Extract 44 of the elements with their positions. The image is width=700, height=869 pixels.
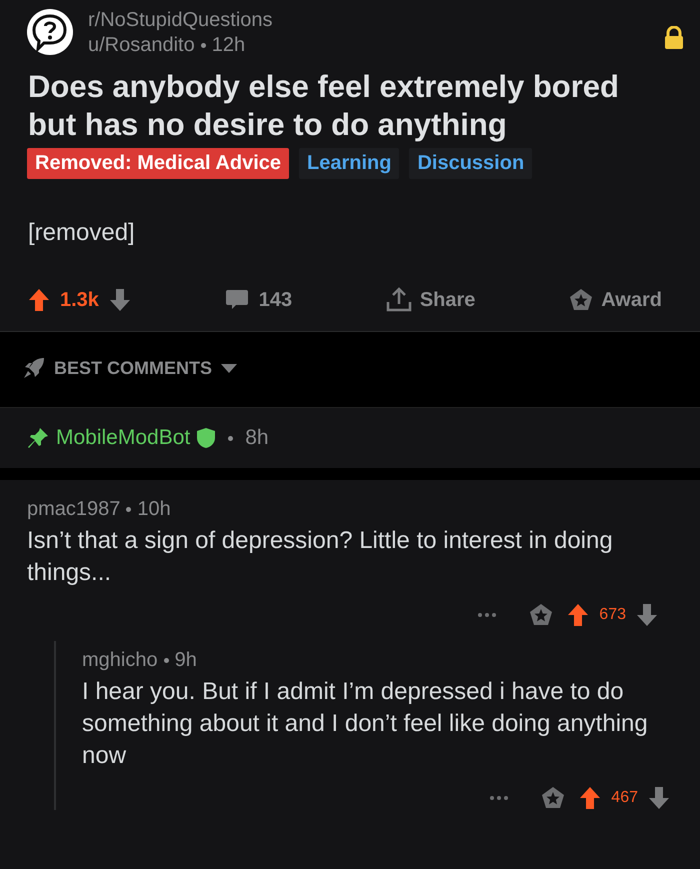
subreddit-icon[interactable] xyxy=(26,8,74,56)
comment-age: 9h xyxy=(174,649,197,671)
post-body: [removed] xyxy=(28,219,136,247)
separator-dot xyxy=(164,658,169,664)
separator-dot xyxy=(228,436,234,440)
separator-dot xyxy=(126,507,132,512)
award-icon[interactable] xyxy=(569,288,594,312)
flair-tag[interactable]: Discussion xyxy=(409,148,532,179)
comment-age: 10h xyxy=(137,498,171,520)
post-age: 12h xyxy=(212,34,246,56)
removed-flair: Removed: Medical Advice xyxy=(27,148,290,179)
comment-age: 8h xyxy=(245,426,269,450)
comment-text: Isn’t that a sign of depression? Little to interest in doing things... xyxy=(27,526,614,588)
downvote-icon[interactable] xyxy=(108,288,131,312)
vote-count: 673 xyxy=(599,606,626,624)
sort-dropdown[interactable]: BEST COMMENTS xyxy=(0,332,238,380)
rocket-icon xyxy=(22,356,46,380)
flair-tag[interactable]: Learning xyxy=(299,148,400,179)
more-icon[interactable] xyxy=(477,612,498,618)
downvote-icon[interactable] xyxy=(636,603,658,627)
post-title: Does anybody else feel extremely bored but has no desire to do anything xyxy=(28,68,620,144)
subreddit-link[interactable]: r/NoStupidQuestions xyxy=(88,8,273,33)
comment-icon[interactable] xyxy=(224,289,249,311)
vote-count: 1.3k xyxy=(60,288,99,312)
comment-author[interactable]: mghicho xyxy=(82,649,158,671)
comment-count: 143 xyxy=(258,288,292,312)
author-link[interactable]: u/Rosandito xyxy=(88,34,195,56)
moderator-name[interactable]: MobileModBot xyxy=(56,426,190,450)
share-button[interactable]: Share xyxy=(386,287,476,313)
pin-icon xyxy=(26,426,50,450)
downvote-icon[interactable] xyxy=(648,786,670,810)
upvote-icon[interactable] xyxy=(28,288,50,312)
comment-text: I hear you. But if I admit I’m depressed i have to do something about it and I don’t feel like doing anything now xyxy=(82,677,649,771)
award-icon[interactable] xyxy=(529,603,554,627)
upvote-icon[interactable] xyxy=(579,786,602,810)
share-icon[interactable] xyxy=(386,287,412,313)
award-icon[interactable] xyxy=(541,786,566,810)
caret-icon[interactable] xyxy=(220,362,238,374)
separator-dot xyxy=(200,43,206,48)
comment-author[interactable]: pmac1987 xyxy=(27,498,120,520)
more-icon[interactable] xyxy=(489,795,510,801)
upvote-icon[interactable] xyxy=(567,603,590,627)
award-button[interactable]: Award xyxy=(569,288,662,312)
vote-count: 467 xyxy=(611,789,638,807)
